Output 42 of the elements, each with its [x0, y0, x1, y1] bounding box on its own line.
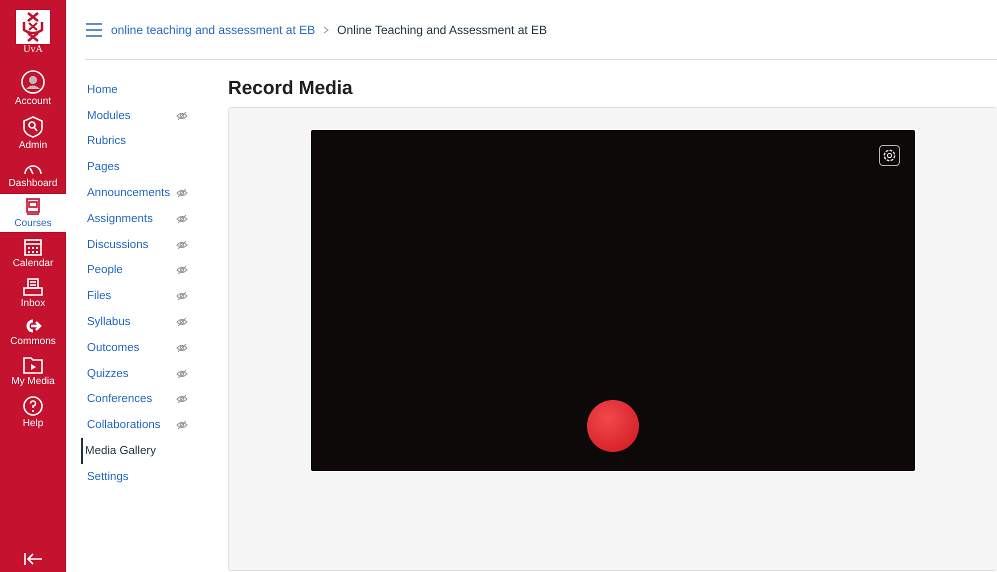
global-nav-item[interactable]: Admin [0, 112, 66, 154]
global-nav-item[interactable]: My Media [0, 352, 66, 390]
breadcrumb-current: Online Teaching and Assessment at EB [337, 22, 548, 36]
video-folder-icon [23, 356, 43, 374]
logo-text: UvA [23, 44, 43, 55]
course-nav-item[interactable]: Rubrics [85, 128, 228, 154]
inbox-icon [23, 278, 43, 296]
collapse-icon[interactable] [23, 552, 43, 566]
course-nav-item[interactable]: People [85, 258, 228, 284]
global-nav-item[interactable]: Calendar [0, 234, 66, 272]
gear-icon [882, 148, 897, 163]
record-button[interactable] [587, 400, 639, 452]
shield-icon [23, 116, 43, 138]
avatar-icon [21, 70, 45, 94]
global-nav-item[interactable]: Dashboard [0, 156, 66, 192]
course-nav-item[interactable]: Collaborations [85, 412, 228, 438]
course-nav-item[interactable]: Assignments [85, 206, 228, 232]
breadcrumb-link[interactable]: online teaching and assessment at EB [111, 22, 316, 36]
global-nav-item[interactable]: Inbox [0, 274, 66, 312]
settings-button[interactable] [879, 145, 900, 166]
course-nav-item[interactable]: Modules [85, 102, 228, 129]
chevron-icon [323, 26, 330, 34]
course-nav-item[interactable]: Syllabus [85, 309, 228, 335]
logo-icon [16, 10, 50, 44]
help-icon [23, 396, 43, 416]
course-nav-item[interactable]: Quizzes [85, 360, 228, 387]
page-title: Record Media [228, 77, 354, 100]
global-nav-item[interactable]: Account [0, 66, 66, 110]
course-nav-item[interactable]: Outcomes [85, 334, 228, 361]
course-nav-item[interactable]: Pages [85, 154, 228, 180]
global-nav-item[interactable]: Commons [0, 314, 66, 350]
menu-icon[interactable] [85, 22, 103, 36]
course-nav-item[interactable]: Announcements [85, 180, 228, 206]
course-nav-item[interactable]: Files [85, 283, 228, 310]
course-nav-item[interactable]: Discussions [85, 232, 228, 258]
course-nav-item[interactable]: Conferences [85, 386, 228, 412]
global-nav-item[interactable]: Courses [0, 194, 66, 232]
book-icon [25, 198, 41, 216]
global-nav-item[interactable]: Help [0, 392, 66, 432]
calendar-icon [24, 238, 42, 256]
course-nav-item[interactable]: Settings [85, 464, 228, 490]
course-nav-item[interactable]: Home [85, 77, 228, 103]
